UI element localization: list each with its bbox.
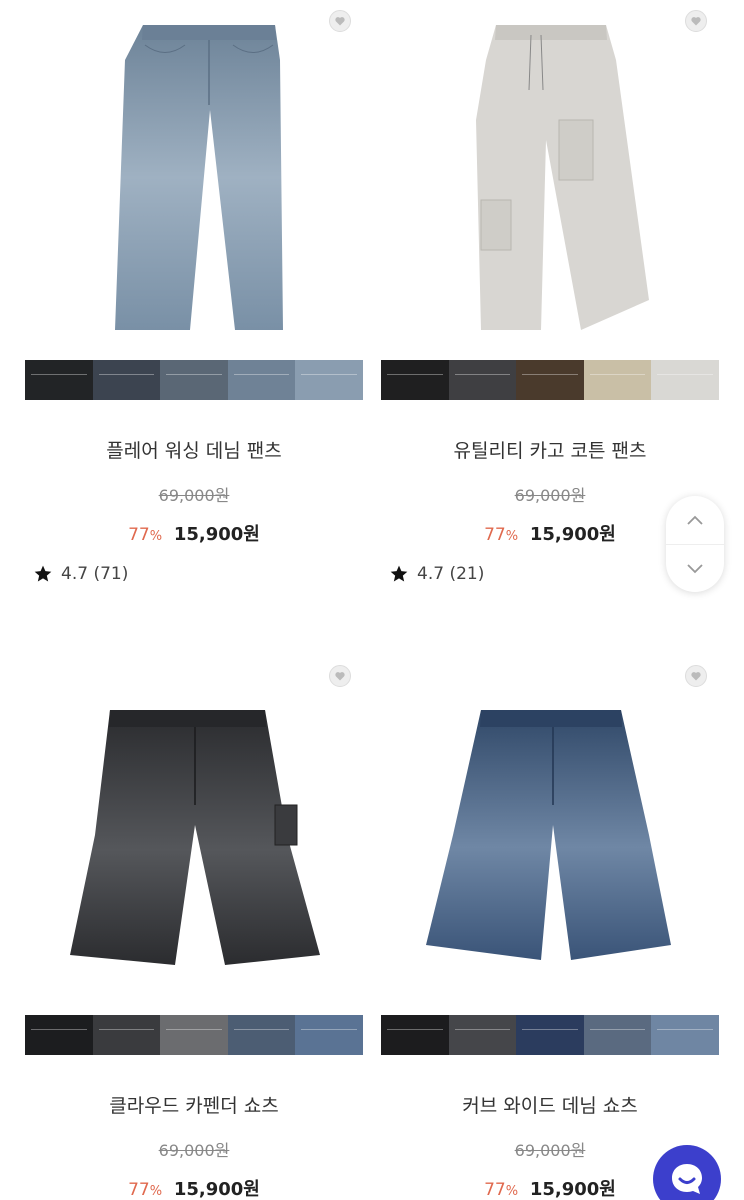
color-swatch[interactable]: [25, 360, 93, 400]
product-image[interactable]: [381, 0, 719, 360]
heart-icon[interactable]: [685, 665, 707, 687]
color-swatch[interactable]: [448, 360, 517, 400]
color-swatch[interactable]: [160, 360, 228, 400]
color-swatch[interactable]: [381, 1015, 449, 1055]
color-swatch[interactable]: [583, 1015, 652, 1055]
chevron-up-icon: [687, 515, 703, 525]
color-swatch[interactable]: [92, 1015, 161, 1055]
product-image[interactable]: [25, 0, 363, 360]
color-swatch[interactable]: [516, 360, 584, 400]
color-swatch[interactable]: [651, 360, 719, 400]
product-card[interactable]: 커브 와이드 데님 쇼츠 69,000원 77% 15,900원: [381, 655, 719, 1200]
chevron-down-icon: [687, 563, 703, 573]
scroll-down-button[interactable]: [666, 544, 724, 592]
color-swatches[interactable]: [381, 360, 719, 400]
price-line: 77% 15,900원: [25, 1175, 363, 1200]
scroll-up-button[interactable]: [666, 496, 724, 544]
color-swatch[interactable]: [160, 1015, 228, 1055]
discount-rate: 77%: [484, 1180, 519, 1200]
color-swatch[interactable]: [381, 360, 449, 400]
color-swatch[interactable]: [651, 1015, 719, 1055]
price-line: 77% 15,900원: [25, 520, 363, 546]
sale-price: 15,900원: [529, 1179, 616, 1200]
discount-rate: 77%: [484, 525, 519, 545]
cargo-pants-image: [476, 25, 649, 330]
product-card[interactable]: 플레어 워싱 데님 팬츠 69,000원 77% 15,900원 4.7 (71…: [25, 0, 363, 584]
original-price: 69,000원: [158, 1141, 230, 1160]
product-name[interactable]: 클라우드 카펜더 쇼츠: [25, 1093, 363, 1119]
scroll-control: [666, 496, 724, 592]
sale-price: 15,900원: [173, 1179, 260, 1200]
rating-text: 4.7 (71): [61, 564, 129, 584]
discount-rate: 77%: [128, 1180, 163, 1200]
discount-rate: 77%: [128, 525, 163, 545]
chat-bubble-icon: [672, 1164, 702, 1194]
color-swatches[interactable]: [25, 1015, 363, 1055]
product-name[interactable]: 플레어 워싱 데님 팬츠: [25, 438, 363, 464]
heart-icon[interactable]: [685, 10, 707, 32]
color-swatches[interactable]: [381, 1015, 719, 1055]
color-swatch[interactable]: [295, 360, 363, 400]
color-swatch[interactable]: [227, 1015, 296, 1055]
color-swatch[interactable]: [227, 360, 296, 400]
color-swatch[interactable]: [516, 1015, 584, 1055]
color-swatch[interactable]: [25, 1015, 93, 1055]
rating: 4.7 (71): [33, 564, 363, 584]
shorts-image: [70, 710, 320, 965]
original-price: 69,000원: [158, 486, 230, 505]
heart-icon[interactable]: [329, 665, 351, 687]
color-swatch[interactable]: [448, 1015, 517, 1055]
sale-price: 15,900원: [529, 524, 616, 545]
star-icon: [390, 565, 408, 582]
shorts-image: [426, 710, 671, 960]
color-swatch[interactable]: [92, 360, 161, 400]
color-swatch[interactable]: [583, 360, 652, 400]
product-grid: 플레어 워싱 데님 팬츠 69,000원 77% 15,900원 4.7 (71…: [0, 0, 744, 1200]
product-name[interactable]: 커브 와이드 데님 쇼츠: [381, 1093, 719, 1119]
sale-price: 15,900원: [173, 524, 260, 545]
heart-icon[interactable]: [329, 10, 351, 32]
rating-text: 4.7 (21): [417, 564, 485, 584]
jeans-image: [115, 25, 283, 330]
product-name[interactable]: 유틸리티 카고 코튼 팬츠: [381, 438, 719, 464]
product-card[interactable]: 클라우드 카펜더 쇼츠 69,000원 77% 15,900원: [25, 655, 363, 1200]
product-image[interactable]: [25, 655, 363, 1015]
star-icon: [34, 565, 52, 582]
product-image[interactable]: [381, 655, 719, 1015]
color-swatch[interactable]: [295, 1015, 363, 1055]
color-swatches[interactable]: [25, 360, 363, 400]
